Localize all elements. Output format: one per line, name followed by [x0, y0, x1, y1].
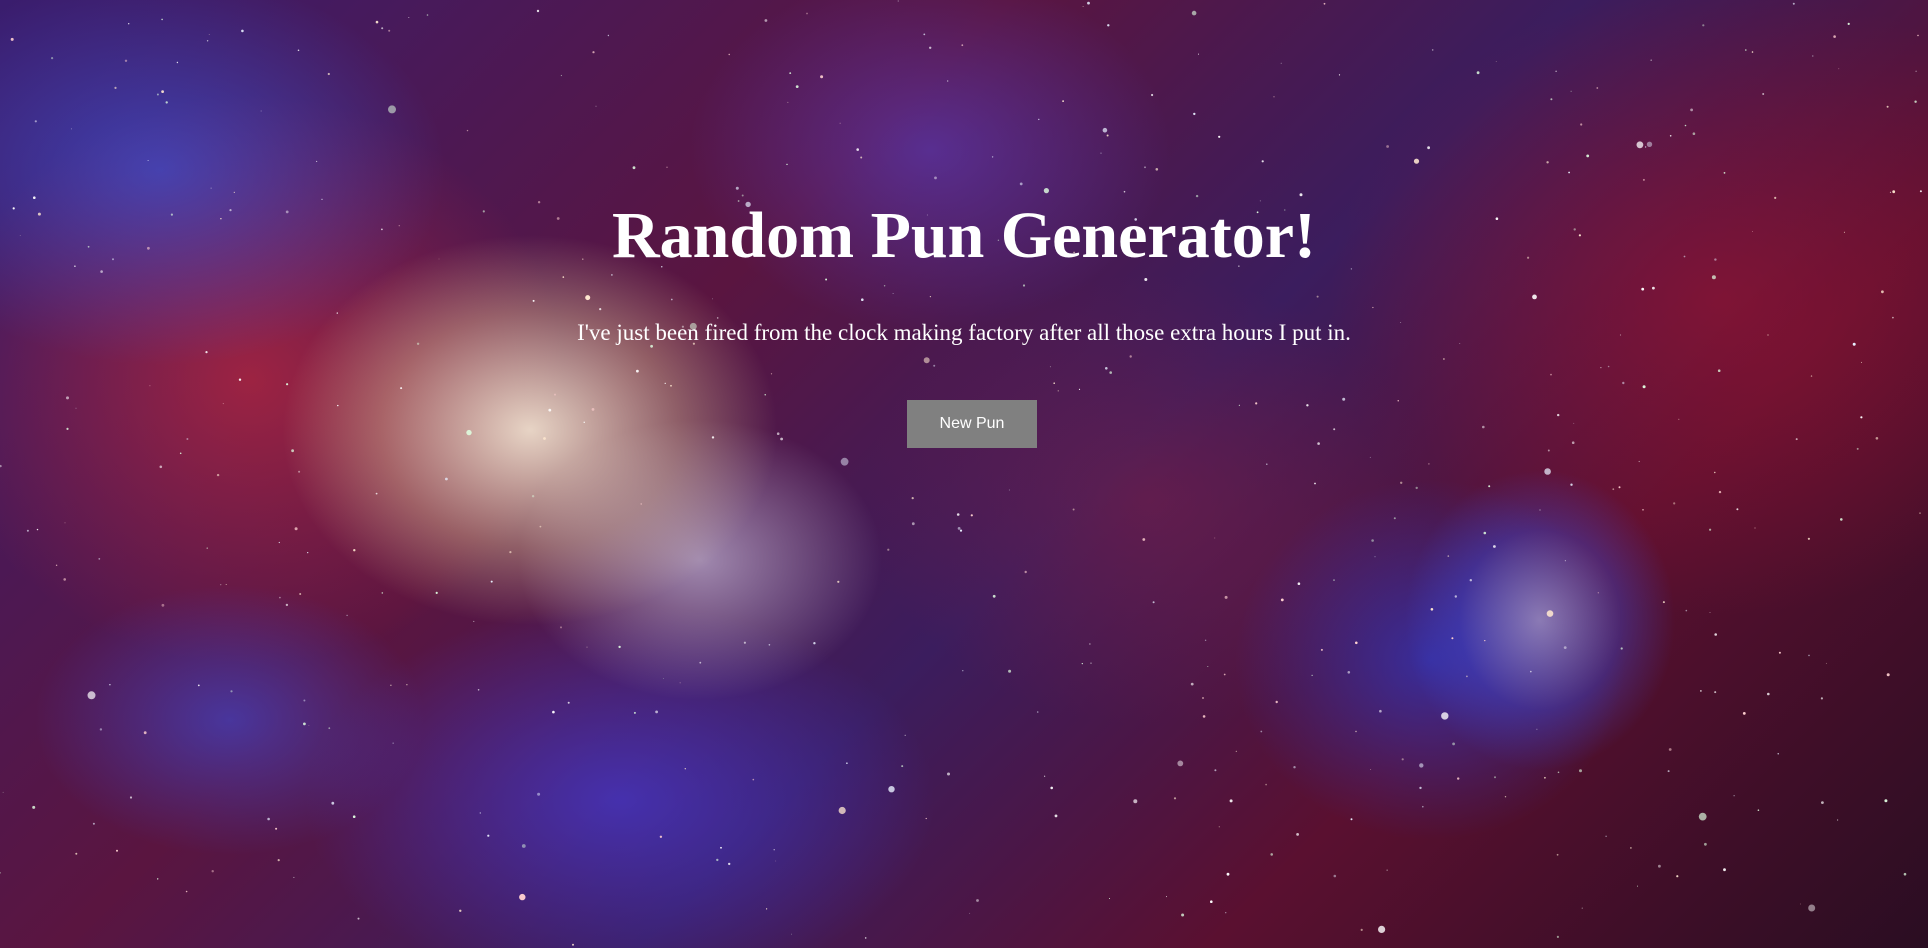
star-field	[0, 0, 1922, 946]
space-background-image	[0, 0, 1928, 948]
new-pun-button[interactable]: New Pun	[907, 400, 1037, 448]
page-title: Random Pun Generator!	[612, 199, 1316, 272]
pun-text: I've just been fired from the clock maki…	[577, 320, 1351, 345]
